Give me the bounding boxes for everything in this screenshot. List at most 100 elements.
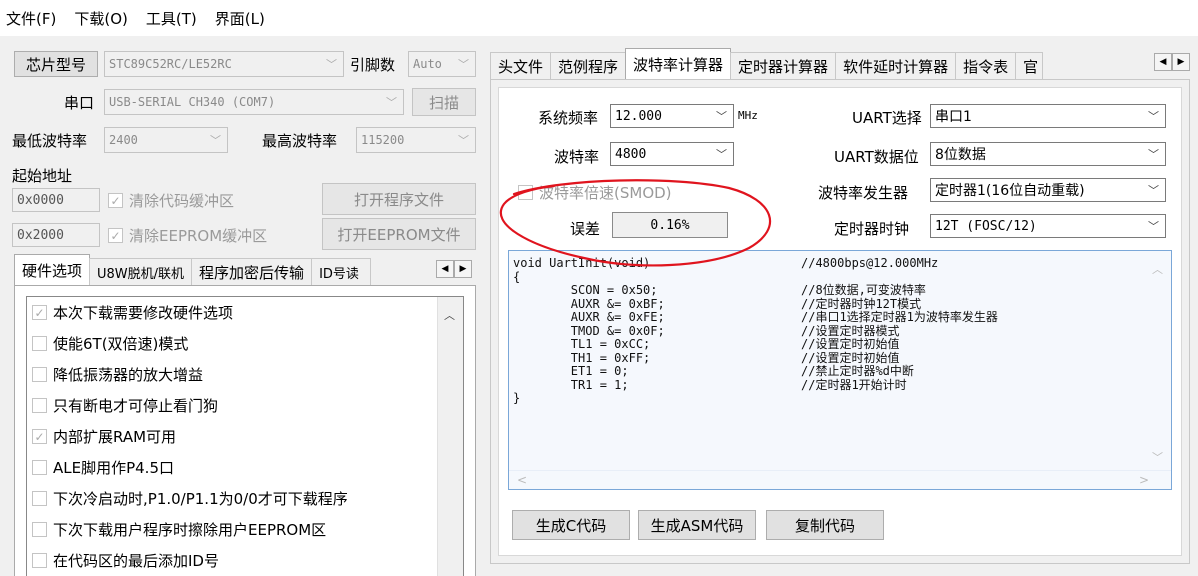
tab-instruction-table[interactable]: 指令表: [955, 52, 1017, 80]
code-comment: //4800bps@12.000MHz: [801, 256, 939, 270]
checkbox-icon[interactable]: [32, 367, 47, 382]
chevron-right-icon[interactable]: >: [1139, 473, 1149, 487]
checkbox-icon[interactable]: [32, 398, 47, 413]
chevron-left-icon[interactable]: <: [517, 473, 527, 487]
timer-clock-select[interactable]: 12T (FOSC/12) ﹀: [930, 214, 1166, 238]
start-address-label: 起始地址: [12, 167, 73, 185]
hardware-option-item[interactable]: ✓ 本次下载需要修改硬件选项: [27, 297, 463, 328]
hardware-option-item[interactable]: 下次冷启动时,P1.0/P1.1为0/0才可下载程序: [27, 483, 463, 514]
eeprom-address-input[interactable]: 0x2000: [12, 223, 100, 247]
chevron-down-icon: ﹀: [210, 134, 221, 147]
tab-u8w-offline[interactable]: U8W脱机/联机: [89, 258, 193, 286]
code-hscrollbar[interactable]: < >: [509, 470, 1171, 489]
chevron-down-icon: ﹀: [1148, 220, 1159, 233]
baud-rate-select[interactable]: 4800 ﹀: [610, 142, 734, 166]
tab-id-number[interactable]: ID号读: [311, 258, 372, 286]
chevron-left-icon[interactable]: ◀: [436, 260, 454, 278]
clear-code-buffer-checkbox[interactable]: ✓ 清除代码缓冲区: [108, 190, 234, 211]
code-comment: //定时器时钟12T模式: [801, 296, 922, 311]
hardware-option-label: 内部扩展RAM可用: [53, 428, 177, 446]
chip-model-button[interactable]: 芯片型号: [14, 51, 98, 77]
generate-asm-code-button[interactable]: 生成ASM代码: [638, 510, 756, 540]
code-line: AUXR &= 0xBF;: [513, 296, 665, 311]
tab-timer-calculator[interactable]: 定时器计算器: [730, 52, 837, 80]
chevron-left-icon[interactable]: ◀: [1154, 53, 1172, 71]
code-address-input[interactable]: 0x0000: [12, 188, 100, 212]
uart-select-value: 串口1: [935, 109, 972, 125]
open-program-file-button[interactable]: 打开程序文件: [322, 183, 476, 215]
chevron-down-icon: ﹀: [716, 110, 727, 123]
uart-select-label: UART选择: [852, 109, 922, 127]
system-frequency-label: 系统频率: [538, 109, 599, 127]
uart-data-bits-value: 8位数据: [935, 147, 986, 163]
hardware-option-label: 下次下载用户程序时擦除用户EEPROM区: [53, 521, 327, 539]
code-line: TL1 = 0xCC;: [513, 337, 651, 351]
chevron-down-icon: ﹀: [716, 148, 727, 161]
clear-eeprom-buffer-checkbox[interactable]: ✓ 清除EEPROM缓冲区: [108, 225, 267, 246]
chevron-down-icon: ﹀: [458, 58, 469, 71]
chevron-down-icon: ﹀: [386, 96, 397, 109]
system-frequency-select[interactable]: 12.000 ﹀: [610, 104, 734, 128]
chevron-down-icon: ﹀: [326, 58, 337, 71]
uart-select[interactable]: 串口1 ﹀: [930, 104, 1166, 128]
checkmark-icon: ✓: [108, 228, 123, 243]
generate-c-code-button[interactable]: 生成C代码: [512, 510, 630, 540]
copy-code-button[interactable]: 复制代码: [766, 510, 884, 540]
hardware-option-item[interactable]: 在代码区的最后添加ID号: [27, 545, 463, 576]
chevron-down-icon: ﹀: [1148, 148, 1159, 161]
hardware-option-item[interactable]: ALE脚用作P4.5口: [27, 452, 463, 483]
min-baud-select[interactable]: 2400 ﹀: [104, 127, 228, 153]
max-baud-label: 最高波特率: [262, 132, 338, 150]
tab-encrypted-transfer[interactable]: 程序加密后传输: [191, 258, 313, 286]
code-comment: //定时器1开始计时: [801, 377, 907, 392]
hw-list-scrollbar[interactable]: ︿: [437, 297, 463, 576]
menu-download[interactable]: 下载(O): [74, 8, 128, 29]
pin-count-value: Auto: [413, 57, 442, 71]
checkbox-icon[interactable]: [32, 522, 47, 537]
chevron-up-icon[interactable]: ︿: [1152, 261, 1163, 277]
chevron-right-icon[interactable]: ▶: [454, 260, 472, 278]
tab-example-program[interactable]: 范例程序: [550, 52, 627, 80]
baud-rate-label: 波特率: [554, 148, 600, 166]
open-eeprom-file-button[interactable]: 打开EEPROM文件: [322, 218, 476, 250]
checkbox-icon[interactable]: [32, 491, 47, 506]
min-baud-value: 2400: [109, 133, 138, 147]
checkbox-icon[interactable]: [32, 460, 47, 475]
checkbox-icon[interactable]: [32, 553, 47, 568]
chevron-up-icon[interactable]: ︿: [444, 307, 455, 323]
tab-hardware-options[interactable]: 硬件选项: [14, 254, 91, 286]
hardware-option-item[interactable]: 使能6T(双倍速)模式: [27, 328, 463, 359]
tab-delay-calculator[interactable]: 软件延时计算器: [835, 52, 957, 80]
code-comment: //设置定时器模式: [801, 323, 900, 338]
menu-interface[interactable]: 界面(L): [215, 8, 265, 29]
chip-model-select[interactable]: STC89C52RC/LE52RC ﹀: [104, 51, 344, 77]
max-baud-select[interactable]: 115200 ﹀: [356, 127, 476, 153]
code-comment: //串口1选择定时器1为波特率发生器: [801, 310, 998, 324]
hardware-option-item[interactable]: ✓ 内部扩展RAM可用: [27, 421, 463, 452]
menu-tools[interactable]: 工具(T): [146, 8, 197, 29]
hardware-option-item[interactable]: 下次下载用户程序时擦除用户EEPROM区: [27, 514, 463, 545]
uart-data-bits-select[interactable]: 8位数据 ﹀: [930, 142, 1166, 166]
baud-generator-select[interactable]: 定时器1(16位自动重载) ﹀: [930, 178, 1166, 202]
code-line: SCON = 0x50;: [513, 283, 658, 297]
hardware-option-item[interactable]: 只有断电才可停止看门狗: [27, 390, 463, 421]
scan-button[interactable]: 扫描: [412, 88, 476, 116]
chevron-right-icon[interactable]: ▶: [1172, 53, 1190, 71]
tab-header-file[interactable]: 头文件: [490, 52, 552, 80]
checkmark-icon[interactable]: ✓: [32, 429, 47, 444]
checkbox-icon[interactable]: [32, 336, 47, 351]
generated-code-area[interactable]: void UartInit(void)//4800bps@12.000MHz{ …: [508, 250, 1172, 490]
tab-baud-calculator[interactable]: 波特率计算器: [625, 48, 732, 80]
menu-file[interactable]: 文件(F): [6, 8, 56, 29]
hardware-option-label: 使能6T(双倍速)模式: [53, 335, 189, 353]
tab-official[interactable]: 官: [1015, 52, 1044, 80]
port-select[interactable]: USB-SERIAL CH340 (COM7) ﹀: [104, 89, 404, 115]
checkmark-icon[interactable]: ✓: [32, 305, 47, 320]
checkmark-icon: ✓: [108, 193, 123, 208]
hardware-option-item[interactable]: 降低振荡器的放大增益: [27, 359, 463, 390]
right-tab-scroll: ◀ ▶: [1154, 53, 1190, 71]
pin-count-select[interactable]: Auto ﹀: [408, 51, 476, 77]
code-comment: //8位数据,可变波特率: [801, 283, 926, 297]
code-comment: //禁止定时器%d中断: [801, 364, 914, 378]
chevron-down-icon[interactable]: ﹀: [1152, 449, 1163, 465]
